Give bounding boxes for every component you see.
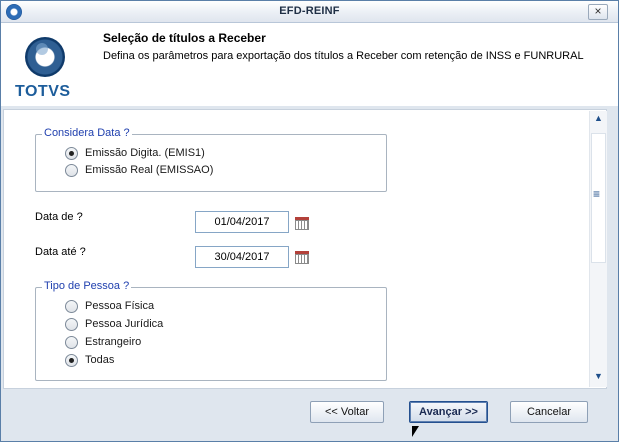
considera-data-legend: Considera Data ? <box>42 127 132 139</box>
wizard-window: EFD-REINF × TOTVS Seleção de títulos a R… <box>0 0 619 442</box>
radio-label: Estrangeiro <box>85 336 142 348</box>
radio-button-icon[interactable] <box>65 317 78 331</box>
parameters-panel: Considera Data ? Emissão Digita. (EMIS1)… <box>3 109 607 389</box>
window-title: EFD-REINF <box>279 5 340 17</box>
radio-button-icon[interactable] <box>65 299 78 313</box>
radio-label: Todas <box>85 354 115 366</box>
calendar-icon[interactable] <box>295 217 309 230</box>
radio-button-icon[interactable] <box>65 146 78 160</box>
scroll-up-icon[interactable]: ▲ <box>592 113 605 127</box>
calendar-icon[interactable] <box>295 251 309 264</box>
wizard-footer: << Voltar Avançar >> Cancelar <box>1 391 618 441</box>
radio-emissao-real[interactable]: Emissão Real (EMISSAO) <box>65 162 213 178</box>
tipo-pessoa-legend: Tipo de Pessoa ? <box>42 280 132 292</box>
radio-pessoa-fisica[interactable]: Pessoa Física <box>65 298 154 314</box>
radio-button-icon[interactable] <box>65 163 78 177</box>
title-bar: EFD-REINF × <box>1 1 618 23</box>
back-button[interactable]: << Voltar <box>310 401 384 423</box>
cancel-button[interactable]: Cancelar <box>510 401 588 423</box>
close-button[interactable]: × <box>588 4 608 20</box>
data-ate-label: Data até ? <box>35 246 86 258</box>
data-ate-input[interactable]: 30/04/2017 <box>195 246 289 268</box>
totvs-logo-icon <box>25 37 65 77</box>
totvs-logo: TOTVS <box>15 37 75 107</box>
radio-todas[interactable]: Todas <box>65 352 114 368</box>
radio-label: Emissão Real (EMISSAO) <box>85 164 214 176</box>
page-title: Seleção de títulos a Receber <box>103 31 266 45</box>
radio-pessoa-juridica[interactable]: Pessoa Jurídica <box>65 316 163 332</box>
radio-button-icon[interactable] <box>65 353 78 367</box>
radio-emissao-digita[interactable]: Emissão Digita. (EMIS1) <box>65 145 205 161</box>
radio-label: Pessoa Física <box>85 300 155 312</box>
logo-text: TOTVS <box>15 83 71 100</box>
scroll-grip-icon[interactable]: ≡ <box>593 188 600 200</box>
page-subtitle: Defina os parâmetros para exportação dos… <box>103 50 584 62</box>
vertical-scrollbar[interactable]: ▲ ≡ ▼ <box>589 111 607 387</box>
wizard-header: TOTVS Seleção de títulos a Receber Defin… <box>1 23 618 106</box>
mouse-pointer-icon <box>412 426 419 437</box>
data-de-input[interactable]: 01/04/2017 <box>195 211 289 233</box>
radio-label: Emissão Digita. (EMIS1) <box>85 147 205 159</box>
next-button[interactable]: Avançar >> <box>409 401 488 423</box>
radio-button-icon[interactable] <box>65 335 78 349</box>
radio-label: Pessoa Jurídica <box>85 318 164 330</box>
data-de-label: Data de ? <box>35 211 83 223</box>
scroll-down-icon[interactable]: ▼ <box>592 371 605 385</box>
radio-estrangeiro[interactable]: Estrangeiro <box>65 334 141 350</box>
